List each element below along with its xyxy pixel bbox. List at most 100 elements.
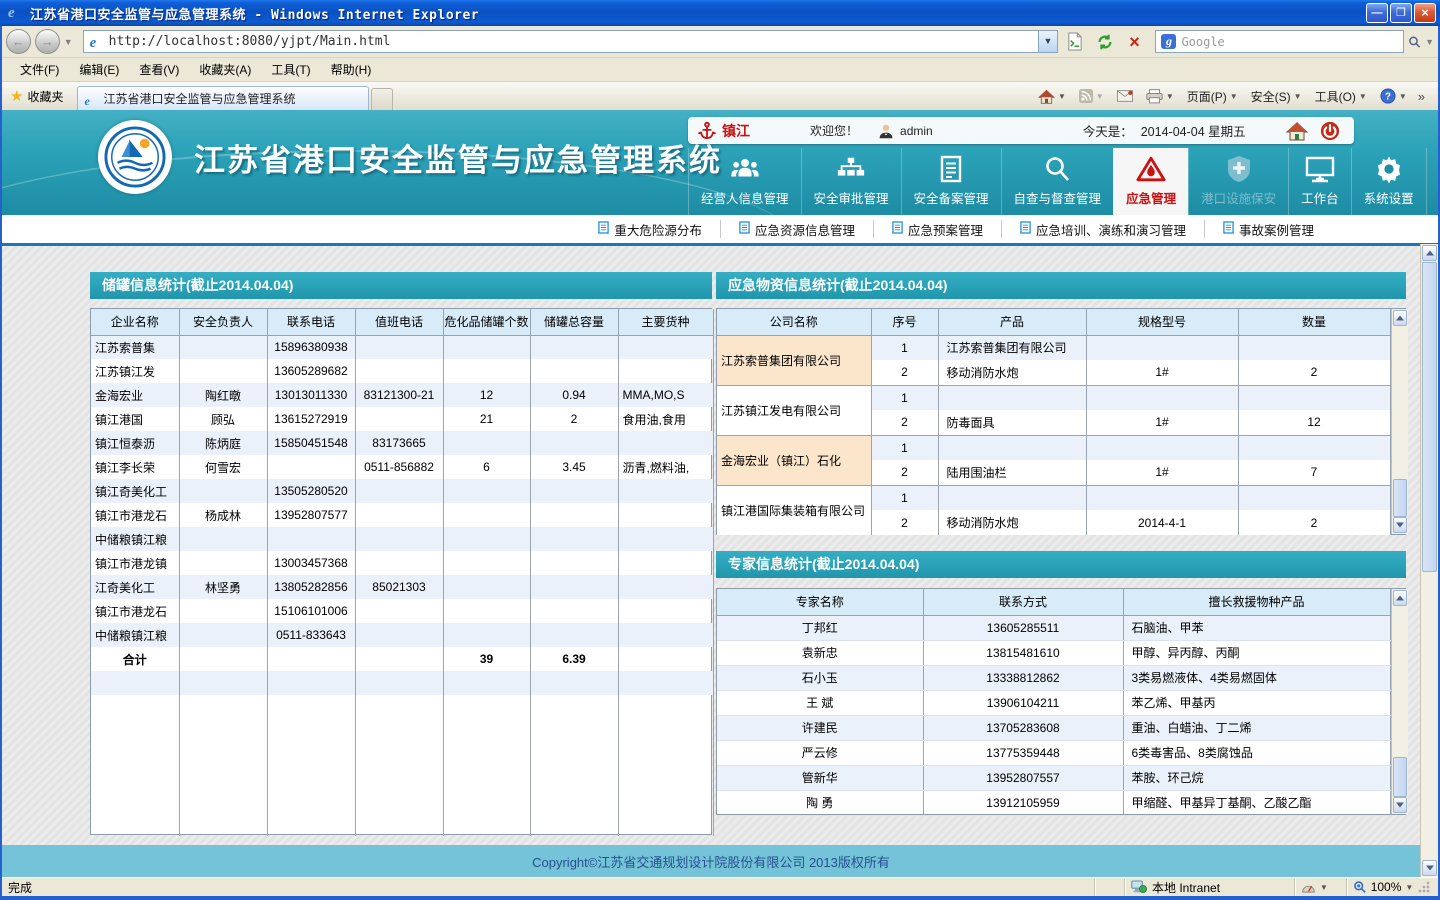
table-row[interactable]: 石小玉133388128623类易燃液体、4类易燃固体 <box>717 665 1390 690</box>
table-row[interactable]: 丁邦红13605285511石脑油、甲苯 <box>717 615 1390 640</box>
document-icon <box>1223 221 1234 237</box>
table-row[interactable]: 金海宏业陶红暾1301301133083121300-21120.94MMA,M… <box>91 383 713 407</box>
scroll-up-icon[interactable] <box>1422 245 1437 261</box>
table-row[interactable]: 许建民13705283608重油、白蜡油、丁二烯 <box>717 715 1390 740</box>
favorites-button[interactable]: ★ 收藏夹 <box>2 82 71 110</box>
scroll-thumb[interactable] <box>1422 262 1437 572</box>
search-dropdown-icon[interactable]: ▼ <box>1421 37 1438 47</box>
table-row[interactable]: 中储粮镇江粮0511-833643 <box>91 623 713 647</box>
experts-scrollbar[interactable] <box>1391 589 1408 814</box>
nav-item-filing[interactable]: 安全备案管理 <box>901 148 1001 215</box>
more-commands-icon[interactable]: » <box>1415 89 1428 104</box>
tools-menu-button[interactable]: 工具(O)▼ <box>1310 85 1372 108</box>
menu-item[interactable]: 工具(T) <box>261 58 320 81</box>
table-row[interactable]: 镇江港国顾弘13615272919212食用油,食用 <box>91 407 713 431</box>
table-row[interactable]: 镇江港国际集装箱有限公司1 <box>717 485 1390 510</box>
scroll-down-icon[interactable] <box>1422 860 1437 876</box>
table-row[interactable]: 江苏镇江发13605289682 <box>91 359 713 383</box>
menu-item[interactable]: 查看(V) <box>129 58 189 81</box>
forward-button[interactable]: → <box>35 29 60 54</box>
document-icon <box>892 221 903 237</box>
history-dropdown-icon[interactable]: ▼ <box>60 37 77 47</box>
table-cell <box>443 575 530 599</box>
home-shortcut-button[interactable] <box>1286 121 1308 141</box>
nav-item-operators[interactable]: 经营人信息管理 <box>688 148 801 215</box>
page-scrollbar[interactable] <box>1420 244 1438 877</box>
back-button[interactable]: ← <box>6 29 31 54</box>
supplies-scrollbar[interactable] <box>1391 309 1408 534</box>
table-row[interactable]: 江苏镇江发电有限公司1 <box>717 385 1390 410</box>
table-cell: 中储粮镇江粮 <box>91 527 179 551</box>
security-menu-button[interactable]: 安全(S)▼ <box>1246 85 1307 108</box>
table-cell <box>618 479 713 503</box>
subnav-item-2[interactable]: 应急预案管理 <box>873 220 1001 238</box>
table-row[interactable]: 王 斌13906104211苯乙烯、甲基丙 <box>717 690 1390 715</box>
scroll-thumb[interactable] <box>1393 479 1407 517</box>
table-cell <box>179 647 267 671</box>
resize-grip-icon[interactable] <box>1417 880 1431 894</box>
spec-cell: 1# <box>1086 360 1238 385</box>
new-tab-button[interactable] <box>371 88 393 110</box>
menu-item[interactable]: 编辑(E) <box>69 58 129 81</box>
nav-item-security[interactable]: 港口设施保安 <box>1188 148 1288 215</box>
table-row[interactable]: 中储粮镇江粮 <box>91 527 713 551</box>
url-field[interactable]: e http://localhost:8080/yjpt/Main.html <box>83 30 1039 53</box>
browser-tab[interactable]: e 江苏省港口安全监管与应急管理系统 <box>77 86 369 110</box>
nav-item-settings[interactable]: 系统设置 <box>1351 148 1427 215</box>
page-menu-button[interactable]: 页面(P)▼ <box>1182 85 1243 108</box>
help-button[interactable]: ? ▼ <box>1375 85 1412 107</box>
subnav-item-1[interactable]: 应急资源信息管理 <box>720 220 873 238</box>
table-row[interactable]: 镇江市港龙石杨成林13952807577 <box>91 503 713 527</box>
feeds-button[interactable]: ▼ <box>1074 86 1109 106</box>
scroll-down-icon[interactable] <box>1393 517 1407 533</box>
table-row[interactable]: 镇江李长荣何雪宏0511-85688263.45沥青,燃料油, <box>91 455 713 479</box>
nav-item-workbench[interactable]: 工作台 <box>1288 148 1351 215</box>
scroll-thumb[interactable] <box>1393 757 1407 797</box>
scroll-up-icon[interactable] <box>1393 310 1407 326</box>
menu-item[interactable]: 收藏夹(A) <box>189 58 261 81</box>
ie-logo-icon: e <box>8 4 26 22</box>
smartscreen-button[interactable]: ▼ <box>1294 879 1346 896</box>
logout-button[interactable] <box>1320 121 1340 141</box>
nav-item-label: 系统设置 <box>1364 188 1414 207</box>
read-mail-button[interactable] <box>1112 87 1138 105</box>
stop-button[interactable]: × <box>1122 30 1148 54</box>
table-row[interactable]: 金海宏业（镇江）石化1 <box>717 435 1390 460</box>
table-row[interactable]: 管新华13952807557苯胺、环己烷 <box>717 765 1390 790</box>
refresh-button[interactable] <box>1092 30 1118 54</box>
menu-item[interactable]: 帮助(H) <box>321 58 382 81</box>
table-row[interactable]: 镇江市港龙石15106101006 <box>91 599 713 623</box>
table-cell: 6类毒害品、8类腐蚀品 <box>1123 740 1390 765</box>
close-button[interactable]: × <box>1414 3 1436 23</box>
table-row[interactable]: 镇江恒泰沥陈炳庭1585045154883173665 <box>91 431 713 455</box>
subnav-item-3[interactable]: 应急培训、演练和演习管理 <box>1001 220 1204 238</box>
nav-item-approval[interactable]: 安全审批管理 <box>801 148 901 215</box>
table-row[interactable]: 江苏索普集15896380938 <box>91 335 713 359</box>
nav-item-emergency[interactable]: 应急管理 <box>1113 148 1188 215</box>
table-row[interactable]: 陶 勇13912105959甲缩醛、甲基异丁基酮、乙酸乙酯 <box>717 790 1390 815</box>
date-value: 2014-04-04 星期五 <box>1141 121 1246 140</box>
url-dropdown-button[interactable]: ▼ <box>1039 30 1058 53</box>
emergency-icon <box>1136 152 1166 186</box>
scroll-up-icon[interactable] <box>1393 590 1407 606</box>
home-button[interactable]: ▼ <box>1033 86 1071 107</box>
maximize-button[interactable]: ❐ <box>1390 3 1412 23</box>
table-row[interactable]: 镇江奇美化工13505280520 <box>91 479 713 503</box>
scroll-down-icon[interactable] <box>1393 797 1407 813</box>
zoom-control[interactable]: 100% ▼ <box>1346 879 1438 896</box>
menu-item[interactable]: 文件(F) <box>10 58 69 81</box>
table-row[interactable]: 袁新忠13815481610甲醇、异丙醇、丙酮 <box>717 640 1390 665</box>
subnav-item-0[interactable]: 重大危险源分布 <box>580 220 720 238</box>
nav-item-inspection[interactable]: 自查与督查管理 <box>1001 148 1114 215</box>
table-row[interactable]: 严云修137753594486类毒害品、8类腐蚀品 <box>717 740 1390 765</box>
compatibility-view-button[interactable] <box>1062 30 1088 54</box>
table-row[interactable]: 镇江市港龙镇13003457368 <box>91 551 713 575</box>
search-input[interactable]: g Google <box>1155 30 1404 53</box>
table-row[interactable]: 江奇美化工林坚勇1380528285685021303 <box>91 575 713 599</box>
table-cell <box>443 359 530 383</box>
table-row[interactable]: 江苏索普集团有限公司1江苏索普集团有限公司 <box>717 335 1390 360</box>
print-button[interactable]: ▼ <box>1141 86 1179 107</box>
subnav-item-4[interactable]: 事故案例管理 <box>1204 220 1332 238</box>
search-button[interactable]: ▼ <box>1408 30 1438 54</box>
minimize-button[interactable]: — <box>1366 3 1388 23</box>
